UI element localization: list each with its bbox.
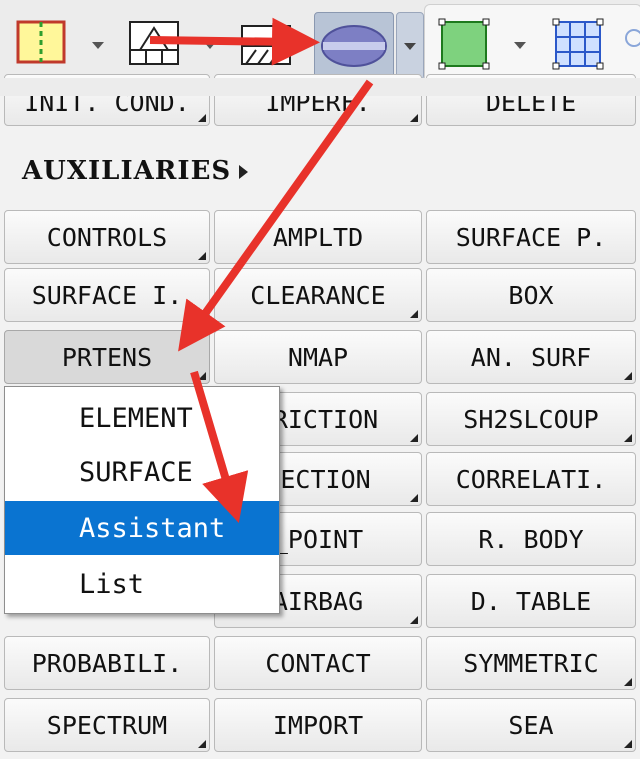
button-label: NMAP (287, 342, 349, 372)
d-table-button[interactable]: D. TABLE (426, 574, 636, 628)
button-label: D. TABLE (470, 586, 592, 616)
clearance-button[interactable]: CLEARANCE (214, 268, 422, 322)
button-label: PRTENS (61, 342, 153, 372)
button-label: SYMMETRIC (463, 648, 599, 678)
section-title-auxiliaries[interactable]: AUXILIARIES (22, 156, 249, 186)
expand-corner-icon (410, 310, 418, 318)
button-label: SH2SLCOUP (463, 404, 599, 434)
button-label: CLEARANCE (250, 280, 386, 310)
prtens-button[interactable]: PRTENS (4, 330, 210, 384)
menu-item-assistant[interactable]: Assistant (5, 501, 279, 555)
toolbar-bottom-strip (0, 78, 640, 96)
controls-button[interactable]: CONTROLS (4, 210, 210, 264)
hatched-solid-tool-icon[interactable] (238, 12, 296, 70)
expand-corner-icon (410, 434, 418, 442)
imperfection-tool-icon[interactable] (126, 12, 184, 70)
r-body-button[interactable]: R. BODY (426, 512, 636, 566)
button-label: AIRBAG (272, 586, 364, 616)
green-shell-element-tool-icon[interactable] (434, 12, 492, 70)
initial-condition-tool-icon[interactable] (14, 12, 72, 70)
chevron-down-icon[interactable] (204, 42, 216, 49)
button-label: CONTROLS (46, 222, 168, 252)
chevron-down-icon[interactable] (92, 42, 104, 49)
contact-button[interactable]: CONTACT (214, 636, 422, 690)
import-button[interactable]: IMPORT (214, 698, 422, 752)
button-label: SURFACE I. (31, 280, 183, 310)
button-label: _POINT (272, 524, 364, 554)
expand-corner-icon (410, 616, 418, 624)
expand-corner-icon (198, 252, 206, 260)
button-label: IMPORT (272, 710, 364, 740)
partial-tool-icon (622, 28, 640, 50)
section-title-text: AUXILIARIES (22, 156, 232, 186)
expand-arrow-icon (239, 165, 249, 179)
expand-corner-icon (198, 372, 206, 380)
expand-corner-icon (198, 740, 206, 748)
button-label: CONTACT (265, 648, 371, 678)
prtens-context-menu: ELEMENT SURFACE Assistant List (4, 386, 280, 614)
menu-item-label: SURFACE (79, 456, 193, 488)
ampltd-button[interactable]: AMPLTD (214, 210, 422, 264)
box-button[interactable]: BOX (426, 268, 636, 322)
sea-button[interactable]: SEA (426, 698, 636, 752)
expand-corner-icon (198, 114, 206, 122)
blue-mesh-grid-tool-icon[interactable] (548, 12, 606, 70)
surface-i-button[interactable]: SURFACE I. (4, 268, 210, 322)
menu-item-surface[interactable]: SURFACE (5, 445, 279, 499)
button-label: AMPLTD (272, 222, 364, 252)
chevron-down-icon[interactable] (514, 42, 526, 49)
surface-p-button[interactable]: SURFACE P. (426, 210, 636, 264)
sh2slcoup-button[interactable]: SH2SLCOUP (426, 392, 636, 446)
button-label: SECTION (265, 464, 371, 494)
button-label: SURFACE P. (455, 222, 607, 252)
button-label: R. BODY (478, 524, 584, 554)
menu-item-label: List (79, 568, 145, 600)
section-cut-dropdown-button[interactable] (396, 12, 424, 80)
section-cut-tool-icon (321, 25, 387, 67)
an-surf-button[interactable]: AN. SURF (426, 330, 636, 384)
menu-item-list[interactable]: List (5, 557, 279, 611)
symmetric-button[interactable]: SYMMETRIC (426, 636, 636, 690)
button-label: PROBABILI. (31, 648, 183, 678)
button-label: SEA (508, 710, 554, 740)
chevron-down-icon (404, 43, 416, 50)
spectrum-button[interactable]: SPECTRUM (4, 698, 210, 752)
expand-corner-icon (624, 740, 632, 748)
expand-corner-icon (410, 494, 418, 502)
expand-corner-icon (624, 434, 632, 442)
button-label: BOX (508, 280, 554, 310)
button-label: AN. SURF (470, 342, 592, 372)
menu-item-element[interactable]: ELEMENT (5, 391, 279, 445)
probabili-button[interactable]: PROBABILI. (4, 636, 210, 690)
expand-corner-icon (410, 114, 418, 122)
correlati-button[interactable]: CORRELATI. (426, 452, 636, 506)
menu-item-label: Assistant (79, 512, 226, 544)
expand-corner-icon (624, 678, 632, 686)
button-label: SPECTRUM (46, 710, 168, 740)
section-cut-tool-button[interactable] (314, 12, 394, 80)
nmap-button[interactable]: NMAP (214, 330, 422, 384)
menu-item-label: ELEMENT (79, 402, 193, 434)
expand-corner-icon (624, 372, 632, 380)
button-label: CORRELATI. (455, 464, 607, 494)
